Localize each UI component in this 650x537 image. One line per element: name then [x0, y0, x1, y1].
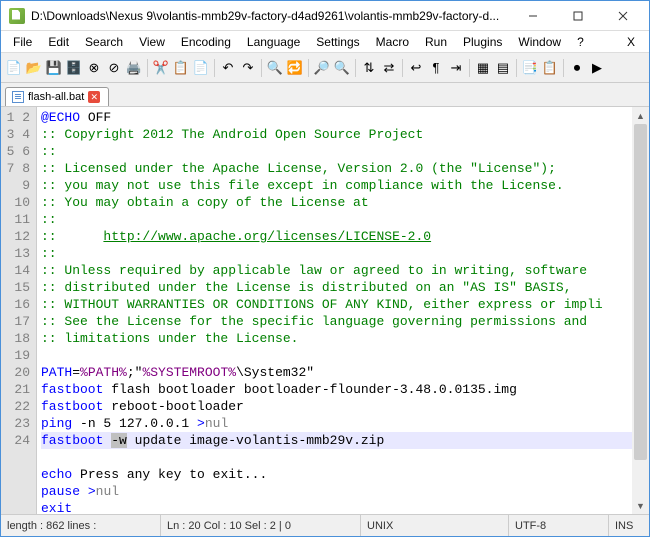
- close-button[interactable]: [600, 2, 645, 30]
- file-tab[interactable]: flash-all.bat ✕: [5, 87, 109, 106]
- vertical-scrollbar[interactable]: ▲ ▼: [632, 107, 649, 514]
- menu-edit[interactable]: Edit: [40, 33, 77, 51]
- tab-label: flash-all.bat: [28, 91, 84, 103]
- scroll-track[interactable]: [632, 124, 649, 497]
- sync-h-icon[interactable]: ⇄: [380, 59, 398, 77]
- statusbar: length : 862 lines : Ln : 20 Col : 10 Se…: [1, 514, 649, 536]
- paste-icon[interactable]: 📄: [192, 59, 210, 77]
- save-all-icon[interactable]: 🗄️: [65, 59, 83, 77]
- menu-language[interactable]: Language: [239, 33, 308, 51]
- print-icon[interactable]: 🖨️: [125, 59, 143, 77]
- separator: [147, 59, 148, 77]
- macro-play-icon[interactable]: ▶: [588, 59, 606, 77]
- doc-map-icon[interactable]: 📑: [521, 59, 539, 77]
- editor-area: 1 2 3 4 5 6 7 8 9 10 11 12 13 14 15 16 1…: [1, 107, 649, 514]
- maximize-button[interactable]: [555, 2, 600, 30]
- scroll-up-icon[interactable]: ▲: [632, 107, 649, 124]
- undo-icon[interactable]: ↶: [219, 59, 237, 77]
- close-all-icon[interactable]: ⊘: [105, 59, 123, 77]
- macro-rec-icon[interactable]: ⏺: [568, 59, 586, 77]
- new-icon[interactable]: 📄: [5, 59, 23, 77]
- minimize-button[interactable]: [510, 2, 555, 30]
- close-file-icon[interactable]: ⊗: [85, 59, 103, 77]
- line-numbers: 1 2 3 4 5 6 7 8 9 10 11 12 13 14 15 16 1…: [1, 107, 37, 514]
- tab-close-icon[interactable]: ✕: [88, 91, 100, 103]
- titlebar: D:\Downloads\Nexus 9\volantis-mmb29v-fac…: [1, 1, 649, 31]
- find-icon[interactable]: 🔍: [266, 59, 284, 77]
- open-icon[interactable]: 📂: [25, 59, 43, 77]
- replace-icon[interactable]: 🔁: [286, 59, 304, 77]
- batch-file-icon: [12, 91, 24, 103]
- separator: [355, 59, 356, 77]
- separator: [214, 59, 215, 77]
- menu-encoding[interactable]: Encoding: [173, 33, 239, 51]
- status-encoding: UTF-8: [509, 515, 609, 536]
- cut-icon[interactable]: ✂️: [152, 59, 170, 77]
- status-insert-mode: INS: [609, 515, 649, 536]
- menu-plugins[interactable]: Plugins: [455, 33, 510, 51]
- menu-search[interactable]: Search: [77, 33, 131, 51]
- code-editor[interactable]: @ECHO OFF:: Copyright 2012 The Android O…: [37, 107, 632, 514]
- status-position: Ln : 20 Col : 10 Sel : 2 | 0: [161, 515, 361, 536]
- tabbar: flash-all.bat ✕: [1, 83, 649, 107]
- scroll-down-icon[interactable]: ▼: [632, 497, 649, 514]
- zoom-out-icon[interactable]: 🔍: [333, 59, 351, 77]
- menu-help[interactable]: ?: [569, 33, 592, 51]
- status-length: length : 862 lines :: [1, 515, 161, 536]
- window-controls: [510, 2, 645, 30]
- menu-settings[interactable]: Settings: [308, 33, 367, 51]
- app-icon: [9, 8, 25, 24]
- fold-icon[interactable]: ▦: [474, 59, 492, 77]
- separator: [308, 59, 309, 77]
- separator: [261, 59, 262, 77]
- sync-v-icon[interactable]: ⇅: [360, 59, 378, 77]
- status-eol: UNIX: [361, 515, 509, 536]
- separator: [516, 59, 517, 77]
- all-chars-icon[interactable]: ¶: [427, 59, 445, 77]
- menu-x[interactable]: X: [617, 33, 645, 51]
- unfold-icon[interactable]: ▤: [494, 59, 512, 77]
- menu-macro[interactable]: Macro: [368, 33, 417, 51]
- scroll-thumb[interactable]: [634, 124, 647, 460]
- menu-window[interactable]: Window: [510, 33, 569, 51]
- separator: [469, 59, 470, 77]
- func-list-icon[interactable]: 📋: [541, 59, 559, 77]
- wrap-icon[interactable]: ↩: [407, 59, 425, 77]
- window-title: D:\Downloads\Nexus 9\volantis-mmb29v-fac…: [31, 9, 510, 23]
- menu-run[interactable]: Run: [417, 33, 455, 51]
- redo-icon[interactable]: ↷: [239, 59, 257, 77]
- menubar: File Edit Search View Encoding Language …: [1, 31, 649, 53]
- zoom-in-icon[interactable]: 🔎: [313, 59, 331, 77]
- menu-file[interactable]: File: [5, 33, 40, 51]
- save-icon[interactable]: 💾: [45, 59, 63, 77]
- toolbar: 📄 📂 💾 🗄️ ⊗ ⊘ 🖨️ ✂️ 📋 📄 ↶ ↷ 🔍 🔁 🔎 🔍 ⇅ ⇄ ↩…: [1, 53, 649, 83]
- separator: [402, 59, 403, 77]
- copy-icon[interactable]: 📋: [172, 59, 190, 77]
- indent-icon[interactable]: ⇥: [447, 59, 465, 77]
- separator: [563, 59, 564, 77]
- menu-view[interactable]: View: [131, 33, 173, 51]
